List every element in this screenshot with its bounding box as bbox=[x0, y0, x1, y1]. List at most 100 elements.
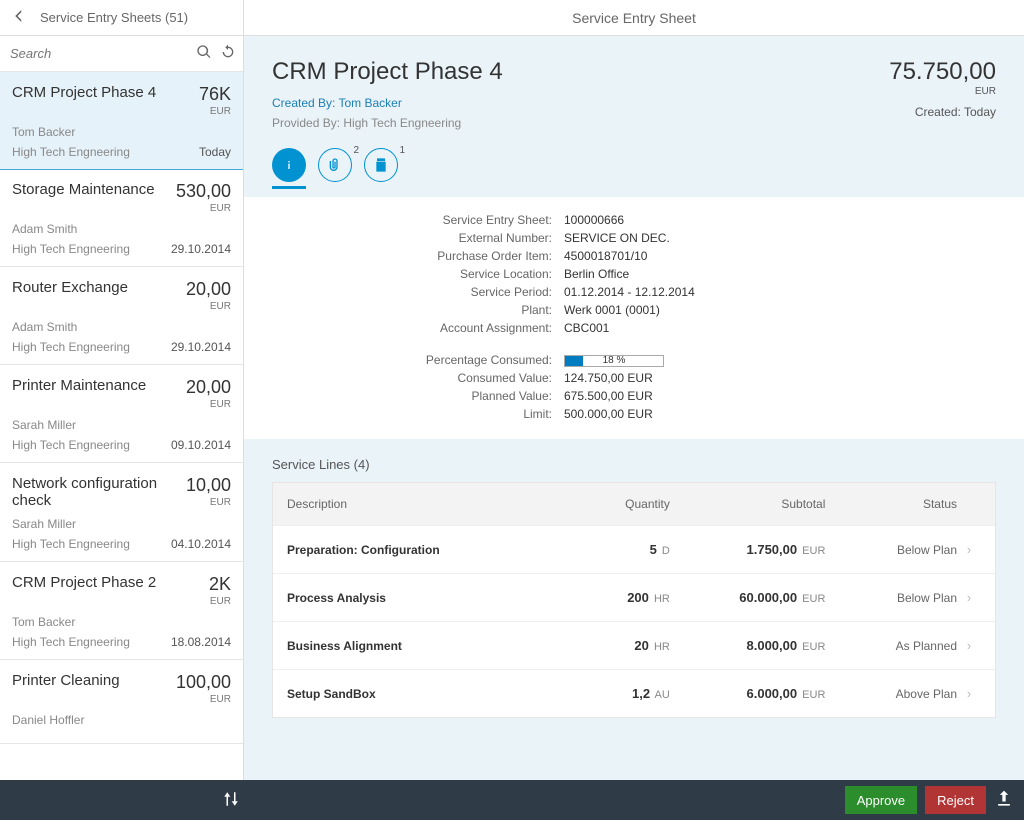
label-consumed: Consumed Value: bbox=[272, 371, 552, 385]
reject-button[interactable]: Reject bbox=[925, 786, 986, 814]
label-limit: Limit: bbox=[272, 407, 552, 421]
service-line-row[interactable]: Preparation: Configuration5 D1.750,00 EU… bbox=[273, 525, 995, 573]
list-item-date: 29.10.2014 bbox=[171, 340, 231, 354]
search-input[interactable] bbox=[10, 46, 188, 61]
list-item-title: Printer Cleaning bbox=[12, 672, 120, 689]
value-ext: SERVICE ON DEC. bbox=[564, 231, 996, 245]
progress-bar: 18 % bbox=[564, 355, 664, 367]
list-item-currency: EUR bbox=[199, 106, 231, 117]
notes-count: 1 bbox=[399, 145, 405, 156]
master-title: Service Entry Sheets (51) bbox=[40, 10, 188, 25]
value-period: 01.12.2014 - 12.12.2014 bbox=[564, 285, 996, 299]
list-item-currency: EUR bbox=[186, 399, 231, 410]
label-loc: Service Location: bbox=[272, 267, 552, 281]
service-line-qty: 20 HR bbox=[550, 638, 670, 653]
label-period: Service Period: bbox=[272, 285, 552, 299]
label-po: Purchase Order Item: bbox=[272, 249, 552, 263]
created-by[interactable]: Created By: Tom Backer bbox=[272, 96, 503, 110]
list-item-company: High Tech Engneering bbox=[12, 537, 130, 551]
object-title: CRM Project Phase 4 bbox=[272, 58, 503, 86]
col-subtotal: Subtotal bbox=[670, 497, 826, 511]
service-line-desc: Process Analysis bbox=[287, 591, 550, 605]
service-line-status: Below Plan bbox=[825, 543, 957, 557]
attachments-count: 2 bbox=[353, 145, 359, 156]
label-planned: Planned Value: bbox=[272, 389, 552, 403]
service-line-qty: 5 D bbox=[550, 542, 670, 557]
provided-by: Provided By: High Tech Engneering bbox=[272, 116, 503, 130]
list-item-currency: EUR bbox=[186, 497, 231, 508]
value-po: 4500018701/10 bbox=[564, 249, 996, 263]
service-line-status: Above Plan bbox=[825, 687, 957, 701]
value-sheet: 100000666 bbox=[564, 213, 996, 227]
value-consumed: 124.750,00 EUR bbox=[564, 371, 996, 385]
list-item-person: Tom Backer bbox=[12, 125, 231, 139]
chevron-right-icon: › bbox=[957, 590, 981, 605]
approve-button[interactable]: Approve bbox=[845, 786, 917, 814]
search-icon[interactable] bbox=[196, 44, 212, 63]
list-item-title: CRM Project Phase 4 bbox=[12, 84, 156, 101]
service-line-qty: 1,2 AU bbox=[550, 686, 670, 701]
list-item-amount: 20,00 bbox=[186, 279, 231, 300]
list-item-company: High Tech Engneering bbox=[12, 635, 130, 649]
sort-icon[interactable] bbox=[222, 790, 240, 811]
list-item-amount: 20,00 bbox=[186, 377, 231, 398]
list-item-company: High Tech Engneering bbox=[12, 340, 130, 354]
list-item-currency: EUR bbox=[176, 203, 231, 214]
label-pct: Percentage Consumed: bbox=[272, 353, 552, 367]
list-item-amount: 76K bbox=[199, 84, 231, 105]
list-item-amount: 530,00 bbox=[176, 181, 231, 202]
refresh-icon[interactable] bbox=[220, 44, 236, 63]
created-date: Created: Today bbox=[889, 105, 996, 119]
list-item-amount: 2K bbox=[209, 574, 231, 595]
service-line-subtotal: 1.750,00 EUR bbox=[670, 542, 826, 557]
list-item-date: 04.10.2014 bbox=[171, 537, 231, 551]
tab-notes[interactable]: 1 bbox=[364, 148, 398, 182]
value-acct: CBC001 bbox=[564, 321, 996, 335]
list-item[interactable]: Router Exchange20,00EURAdam SmithHigh Te… bbox=[0, 267, 243, 365]
col-quantity: Quantity bbox=[550, 497, 670, 511]
list-item-person: Daniel Hoffler bbox=[12, 713, 231, 727]
chevron-right-icon: › bbox=[957, 686, 981, 701]
service-line-row[interactable]: Process Analysis200 HR60.000,00 EURBelow… bbox=[273, 573, 995, 621]
label-plant: Plant: bbox=[272, 303, 552, 317]
list-item[interactable]: Printer Maintenance20,00EURSarah MillerH… bbox=[0, 365, 243, 463]
detail-title: Service Entry Sheet bbox=[572, 10, 696, 26]
chevron-right-icon: › bbox=[957, 542, 981, 557]
share-icon[interactable] bbox=[994, 789, 1014, 812]
list-item-date: 18.08.2014 bbox=[171, 635, 231, 649]
value-limit: 500.000,00 EUR bbox=[564, 407, 996, 421]
list-item-amount: 10,00 bbox=[186, 475, 231, 496]
value-plant: Werk 0001 (0001) bbox=[564, 303, 996, 317]
list-item[interactable]: Storage Maintenance530,00EURAdam SmithHi… bbox=[0, 169, 243, 267]
label-acct: Account Assignment: bbox=[272, 321, 552, 335]
service-line-subtotal: 8.000,00 EUR bbox=[670, 638, 826, 653]
list-item-company: High Tech Engneering bbox=[12, 145, 130, 159]
list-item-currency: EUR bbox=[209, 596, 231, 607]
service-line-subtotal: 6.000,00 EUR bbox=[670, 686, 826, 701]
value-loc: Berlin Office bbox=[564, 267, 996, 281]
label-sheet: Service Entry Sheet: bbox=[272, 213, 552, 227]
tab-attachments[interactable]: 2 bbox=[318, 148, 352, 182]
service-line-qty: 200 HR bbox=[550, 590, 670, 605]
list-item[interactable]: CRM Project Phase 22KEURTom BackerHigh T… bbox=[0, 562, 243, 660]
service-line-row[interactable]: Setup SandBox1,2 AU6.000,00 EURAbove Pla… bbox=[273, 669, 995, 717]
service-line-status: Below Plan bbox=[825, 591, 957, 605]
value-pct: 18 % bbox=[564, 353, 996, 367]
list-item-title: Storage Maintenance bbox=[12, 181, 155, 198]
list-item-date: 09.10.2014 bbox=[171, 438, 231, 452]
back-icon[interactable] bbox=[10, 7, 28, 28]
list-item-date: 29.10.2014 bbox=[171, 242, 231, 256]
chevron-right-icon: › bbox=[957, 638, 981, 653]
col-description: Description bbox=[287, 497, 550, 511]
service-line-desc: Setup SandBox bbox=[287, 687, 550, 701]
service-line-row[interactable]: Business Alignment20 HR8.000,00 EURAs Pl… bbox=[273, 621, 995, 669]
service-line-desc: Business Alignment bbox=[287, 639, 550, 653]
list-item-amount: 100,00 bbox=[176, 672, 231, 693]
list-item-title: Network configuration check bbox=[12, 475, 186, 509]
service-line-status: As Planned bbox=[825, 639, 957, 653]
list-item[interactable]: Network configuration check10,00EURSarah… bbox=[0, 463, 243, 562]
list-item[interactable]: CRM Project Phase 4 76KEUR Tom Backer High … bbox=[0, 72, 243, 170]
list-item[interactable]: Printer Cleaning100,00EURDaniel Hoffler bbox=[0, 660, 243, 744]
object-amount: 75.750,00 bbox=[889, 58, 996, 86]
tab-info[interactable] bbox=[272, 148, 306, 182]
